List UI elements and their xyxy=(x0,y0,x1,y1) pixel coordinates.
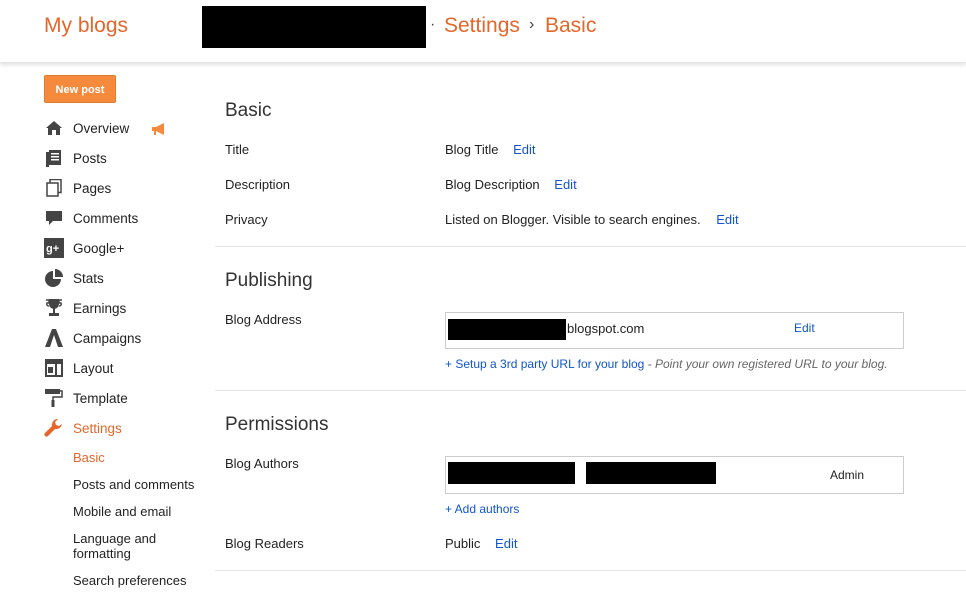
settings-sub-basic[interactable]: Basic xyxy=(73,450,105,465)
redacted-subdomain xyxy=(448,319,566,340)
posts-icon xyxy=(44,148,64,168)
author-role[interactable]: Admin xyxy=(830,468,864,482)
pie-chart-icon xyxy=(44,268,64,288)
sidebar-item-label: Posts xyxy=(73,150,107,166)
sidebar-item-stats[interactable]: Stats xyxy=(44,268,104,288)
sidebar-item-pages[interactable]: Pages xyxy=(44,178,111,198)
google-plus-icon: g+ xyxy=(44,238,64,258)
description-value: Blog Description xyxy=(445,177,540,192)
blog-readers-label: Blog Readers xyxy=(225,536,304,551)
privacy-label: Privacy xyxy=(225,212,268,227)
blog-address-edit-link[interactable]: Edit xyxy=(794,321,815,335)
new-post-button[interactable]: New post xyxy=(44,75,116,103)
sidebar-item-label: Overview xyxy=(73,120,130,136)
blog-authors-label: Blog Authors xyxy=(225,456,299,471)
settings-sub-mobile-and-email[interactable]: Mobile and email xyxy=(73,504,171,519)
section-heading-basic: Basic xyxy=(225,100,272,121)
sidebar-item-settings[interactable]: Settings xyxy=(44,418,122,438)
redacted-author-name xyxy=(448,462,575,484)
blog-readers-edit-link[interactable]: Edit xyxy=(495,536,517,551)
title-label: Title xyxy=(225,142,250,157)
sidebar-item-template[interactable]: Template xyxy=(44,388,128,408)
blog-address-box: blogspot.com Edit xyxy=(445,312,904,349)
redacted-blog-name xyxy=(202,6,426,48)
breadcrumb-separator: › xyxy=(529,16,535,33)
home-icon xyxy=(44,118,64,138)
blog-address-suffix: blogspot.com xyxy=(567,321,645,336)
wrench-icon xyxy=(44,418,64,438)
sidebar-item-label: Comments xyxy=(73,210,139,226)
sidebar-item-label: Settings xyxy=(73,420,122,436)
sidebar-item-earnings[interactable]: Earnings xyxy=(44,298,126,318)
layout-icon xyxy=(44,358,64,378)
privacy-row: Listed on Blogger. Visible to search eng… xyxy=(445,212,739,227)
add-authors-link[interactable]: + Add authors xyxy=(445,502,519,516)
sidebar-item-overview[interactable]: Overview xyxy=(44,118,129,138)
sidebar-item-label: Layout xyxy=(73,360,114,376)
sidebar-item-label: Campaigns xyxy=(73,330,142,346)
campaigns-icon xyxy=(44,328,64,348)
sidebar-item-label: Earnings xyxy=(73,300,127,316)
my-blogs-link[interactable]: My blogs xyxy=(44,14,128,38)
blog-readers-row: Public Edit xyxy=(445,536,517,551)
sidebar-item-label: Stats xyxy=(73,270,104,286)
divider xyxy=(215,390,966,391)
settings-sub-search-preferences[interactable]: Search preferences xyxy=(73,573,186,588)
settings-sub-posts-and-comments[interactable]: Posts and comments xyxy=(73,477,194,492)
description-edit-link[interactable]: Edit xyxy=(554,177,576,192)
sidebar-item-layout[interactable]: Layout xyxy=(44,358,114,378)
sidebar-item-campaigns[interactable]: Campaigns xyxy=(44,328,141,348)
section-heading-permissions: Permissions xyxy=(225,414,329,435)
paint-roller-icon xyxy=(44,388,64,408)
sidebar-item-google-plus[interactable]: g+ Google+ xyxy=(44,238,124,258)
sidebar-item-label: Pages xyxy=(73,180,112,196)
blog-readers-value: Public xyxy=(445,536,481,551)
setup-third-party-url: + Setup a 3rd party URL for your blog - … xyxy=(445,357,888,371)
title-value: Blog Title xyxy=(445,142,499,157)
description-row: Blog Description Edit xyxy=(445,177,577,192)
divider xyxy=(215,246,966,247)
sidebar-item-comments[interactable]: Comments xyxy=(44,208,138,228)
breadcrumb-settings[interactable]: Settings xyxy=(444,14,520,38)
trophy-icon xyxy=(44,298,64,318)
pages-icon xyxy=(44,178,64,198)
title-edit-link[interactable]: Edit xyxy=(513,142,535,157)
sidebar-item-posts[interactable]: Posts xyxy=(44,148,107,168)
comment-icon xyxy=(44,208,64,228)
sidebar-item-label: Template xyxy=(73,390,128,406)
title-row: Blog Title Edit xyxy=(445,142,536,157)
privacy-value: Listed on Blogger. Visible to search eng… xyxy=(445,212,701,227)
megaphone-icon[interactable] xyxy=(151,123,167,138)
header-dot: · xyxy=(430,16,436,33)
top-bar: My blogs · Settings › Basic xyxy=(0,0,966,63)
section-heading-publishing: Publishing xyxy=(225,270,313,291)
blog-address-label: Blog Address xyxy=(225,312,302,327)
blog-authors-box: Admin xyxy=(445,456,904,494)
description-label: Description xyxy=(225,177,291,192)
sidebar-item-label: Google+ xyxy=(73,240,125,256)
setup-third-party-url-hint: - Point your own registered URL to your … xyxy=(644,357,888,371)
settings-sub-language-and-formatting[interactable]: Language and formatting xyxy=(73,531,173,561)
divider xyxy=(215,570,966,571)
privacy-edit-link[interactable]: Edit xyxy=(716,212,738,227)
svg-text:g+: g+ xyxy=(46,243,59,255)
setup-third-party-url-link[interactable]: + Setup a 3rd party URL for your blog xyxy=(445,357,644,371)
breadcrumb-basic: Basic xyxy=(545,14,597,37)
redacted-author-email xyxy=(586,462,716,484)
